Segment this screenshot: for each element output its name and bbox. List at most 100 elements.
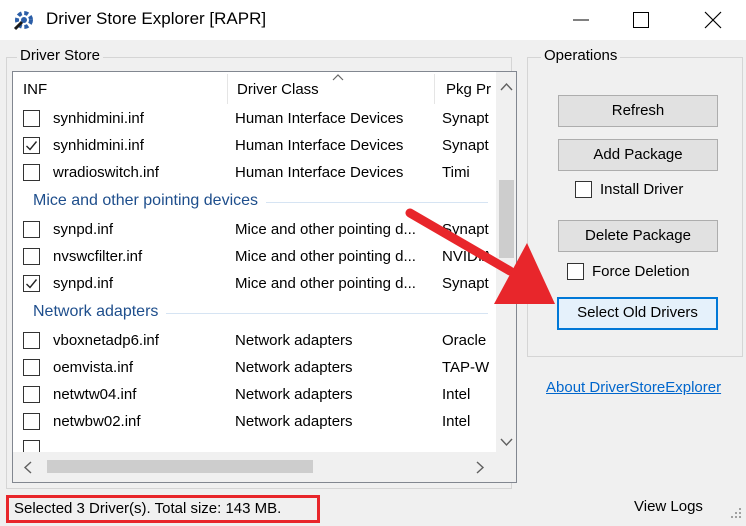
table-row[interactable]: nvswcfilter.inf Mice and other pointing d… (13, 244, 496, 271)
sort-ascending-icon (332, 74, 344, 81)
minimize-button[interactable] (554, 0, 608, 40)
driver-list[interactable]: INF Driver Class Pkg Pr synhidmini.inf Hu… (12, 71, 517, 483)
check-icon (26, 279, 38, 289)
vertical-scroll-thumb[interactable] (499, 180, 514, 258)
cell-driver-class: Network adapters (235, 332, 353, 349)
list-body: synhidmini.inf Human Interface Devices Syn… (13, 106, 496, 457)
cell-pkg-provider: Intel (442, 386, 471, 403)
scroll-down-icon[interactable] (500, 438, 513, 447)
cell-inf: oemvista.inf (53, 359, 134, 376)
cell-inf: synpd.inf (53, 275, 114, 292)
horizontal-scrollbar[interactable] (13, 452, 496, 482)
operations-label: Operations (541, 47, 621, 64)
table-row[interactable]: netwbw02.inf Network adapters Intel (13, 409, 496, 436)
install-driver-checkbox[interactable] (575, 180, 592, 198)
cell-driver-class: Mice and other pointing d... (235, 275, 416, 292)
cell-inf: synhidmini.inf (53, 110, 144, 127)
cell-driver-class: Network adapters (235, 386, 353, 403)
group-header-label: Network adapters (33, 303, 159, 320)
cell-inf: nvswcfilter.inf (53, 248, 143, 265)
row-checkbox[interactable] (23, 137, 40, 154)
driver-store-label: Driver Store (17, 47, 104, 64)
group-header[interactable]: Mice and other pointing devices (13, 187, 496, 217)
minimize-icon (573, 19, 589, 21)
cell-pkg-provider: Synapt (442, 275, 489, 292)
cell-inf: wradioswitch.inf (53, 164, 159, 181)
select-old-drivers-button[interactable]: Select Old Drivers (557, 297, 718, 330)
cell-driver-class: Network adapters (235, 413, 353, 430)
maximize-button[interactable] (614, 0, 668, 40)
group-header[interactable]: Network adapters (13, 298, 496, 328)
gear-wrench-icon (13, 11, 33, 31)
cell-pkg-provider: Synapt (442, 137, 489, 154)
group-header-label: Mice and other pointing devices (33, 192, 259, 209)
cell-pkg-provider: Synapt (442, 221, 489, 238)
cell-driver-class: Human Interface Devices (235, 110, 404, 127)
about-link[interactable]: About DriverStoreExplorer (546, 379, 721, 396)
table-row[interactable]: wradioswitch.inf Human Interface Devices T… (13, 160, 496, 187)
status-text: Selected 3 Driver(s). Total size: 143 MB… (6, 495, 320, 523)
cell-pkg-provider: Timi (442, 164, 470, 181)
horizontal-scroll-thumb[interactable] (47, 460, 313, 473)
add-package-button[interactable]: Add Package (558, 139, 718, 171)
column-header-inf[interactable]: INF (23, 81, 47, 98)
vertical-scrollbar[interactable] (496, 72, 516, 452)
row-checkbox[interactable] (23, 413, 40, 430)
scrollbar-corner (496, 452, 516, 482)
scroll-up-icon[interactable] (500, 82, 513, 91)
cell-inf: vboxnetadp6.inf (53, 332, 159, 349)
table-row[interactable]: vboxnetadp6.inf Network adapters Oracle (13, 328, 496, 355)
column-separator[interactable] (227, 74, 228, 104)
row-checkbox[interactable] (23, 386, 40, 403)
cell-pkg-provider: Intel (442, 413, 471, 430)
cell-pkg-provider: Oracle (442, 332, 487, 349)
cell-pkg-provider: Synapt (442, 110, 489, 127)
row-checkbox[interactable] (23, 110, 40, 127)
table-row[interactable]: oemvista.inf Network adapters TAP-W (13, 355, 496, 382)
table-row[interactable]: synpd.inf Mice and other pointing d... Syn… (13, 271, 496, 298)
cell-inf: synpd.inf (53, 221, 114, 238)
cell-inf: synhidmini.inf (53, 137, 144, 154)
maximize-icon (633, 12, 649, 28)
resize-grip-icon[interactable] (729, 506, 743, 520)
table-row[interactable]: synhidmini.inf Human Interface Devices Syn… (13, 133, 496, 160)
cell-pkg-provider: TAP-W (442, 359, 490, 376)
row-checkbox[interactable] (23, 221, 40, 238)
column-header-pkg-provider[interactable]: Pkg Pr (446, 81, 496, 98)
window-title: Driver Store Explorer [RAPR] (46, 9, 267, 28)
scroll-left-icon[interactable] (23, 461, 32, 474)
column-header-driver-class[interactable]: Driver Class (237, 81, 319, 98)
row-checkbox[interactable] (23, 359, 40, 376)
delete-package-button[interactable]: Delete Package (558, 220, 718, 252)
column-separator[interactable] (434, 74, 435, 104)
install-driver-option[interactable]: Install Driver (575, 180, 683, 198)
table-row[interactable]: netwtw04.inf Network adapters Intel (13, 382, 496, 409)
close-icon (704, 11, 722, 29)
table-row[interactable]: synpd.inf Mice and other pointing d... Syn… (13, 217, 496, 244)
group-divider (166, 313, 488, 314)
cell-driver-class: Mice and other pointing d... (235, 248, 416, 265)
cell-inf: netwtw04.inf (53, 386, 137, 403)
title-bar: Driver Store Explorer [RAPR] (0, 0, 746, 40)
table-row[interactable]: synhidmini.inf Human Interface Devices Syn… (13, 106, 496, 133)
force-deletion-option[interactable]: Force Deletion (567, 262, 690, 280)
scroll-right-icon[interactable] (476, 461, 485, 474)
cell-inf: netwbw02.inf (53, 413, 141, 430)
group-divider (266, 202, 488, 203)
cell-pkg-provider: NVIDIA (442, 248, 493, 265)
cell-driver-class: Human Interface Devices (235, 164, 404, 181)
force-deletion-checkbox[interactable] (567, 262, 584, 280)
install-driver-label: Install Driver (600, 180, 684, 198)
view-logs-button[interactable]: View Logs (634, 498, 703, 515)
row-checkbox[interactable] (23, 164, 40, 181)
row-checkbox[interactable] (23, 275, 40, 292)
check-icon (26, 141, 38, 151)
close-button[interactable] (686, 0, 740, 40)
row-checkbox[interactable] (23, 332, 40, 349)
cell-driver-class: Network adapters (235, 359, 353, 376)
cell-driver-class: Human Interface Devices (235, 137, 404, 154)
row-checkbox[interactable] (23, 248, 40, 265)
cell-driver-class: Mice and other pointing d... (235, 221, 416, 238)
refresh-button[interactable]: Refresh (558, 95, 718, 127)
force-deletion-label: Force Deletion (592, 262, 690, 280)
